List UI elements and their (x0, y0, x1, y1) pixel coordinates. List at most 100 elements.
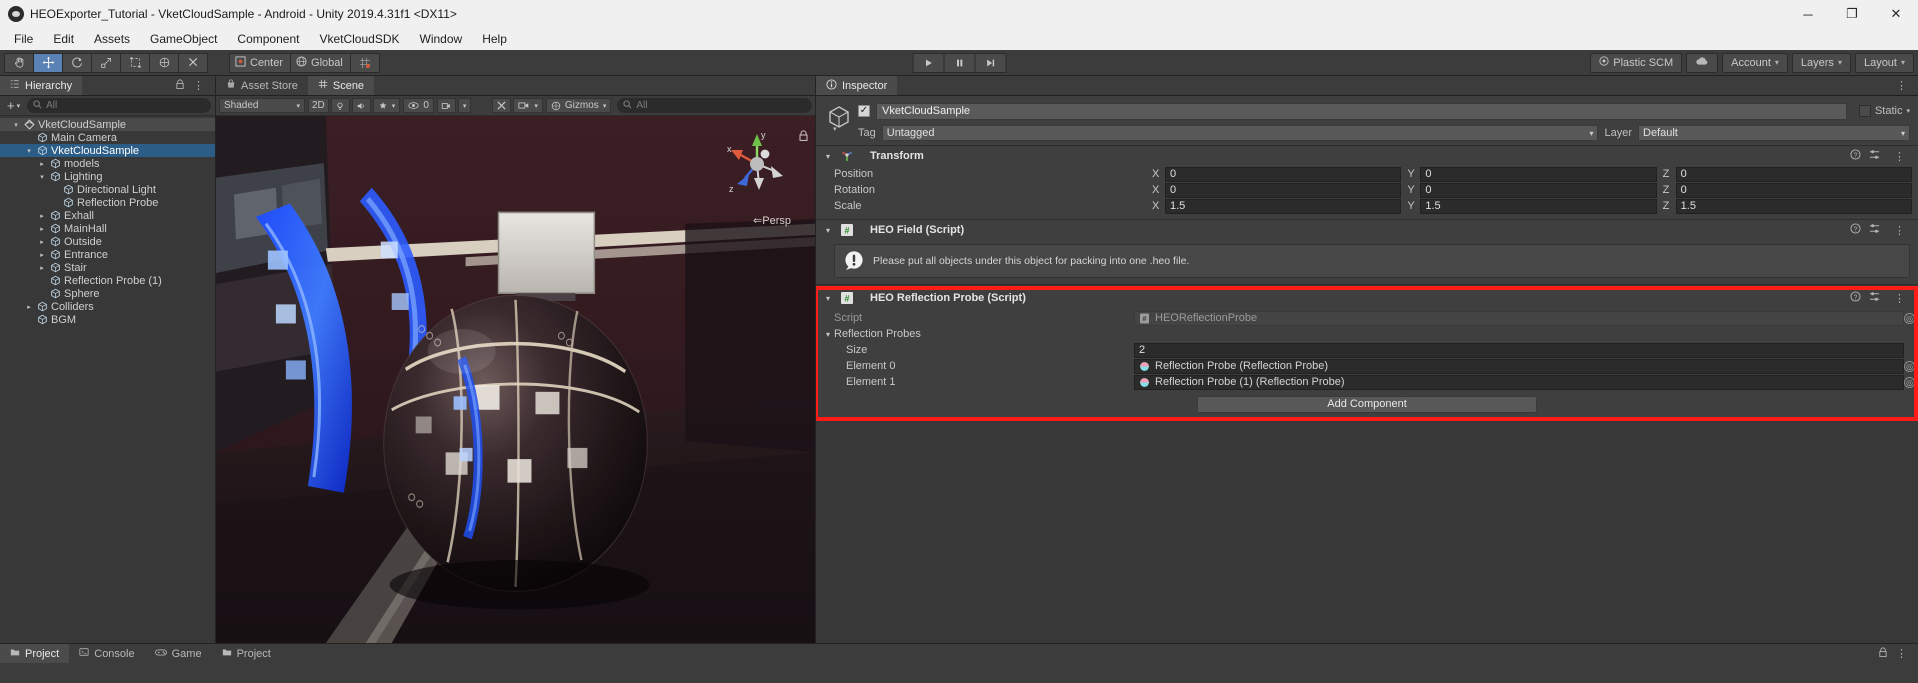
axis-input[interactable]: 0 (1165, 167, 1401, 182)
chevron-down-icon[interactable]: ▾ (1906, 107, 1910, 115)
hierarchy-search-input[interactable]: All (27, 98, 211, 113)
axis-input[interactable]: 0 (1165, 183, 1401, 198)
scene-projection-label[interactable]: ⇐Persp (753, 214, 791, 227)
scale-tool-icon[interactable] (91, 53, 121, 73)
twisty-expanded-icon[interactable]: ▾ (36, 173, 48, 181)
create-object-button[interactable]: + ▾ (4, 98, 23, 113)
reflection-probes-array-header[interactable]: ▾ Reflection Probes (816, 326, 1918, 342)
foldout-icon[interactable]: ▾ (822, 152, 834, 161)
minimize-button[interactable]: ─ (1786, 0, 1830, 28)
scene-lock-icon[interactable] (798, 130, 809, 145)
twisty-expanded-icon[interactable]: ▾ (10, 121, 22, 129)
hierarchy-item[interactable]: ▾VketCloudSample (0, 144, 215, 157)
twisty-collapsed-icon[interactable]: ▸ (36, 264, 48, 272)
size-input[interactable]: 2 (1134, 343, 1904, 358)
scene-audio-icon[interactable] (352, 98, 371, 113)
static-checkbox[interactable] (1859, 105, 1871, 117)
scene-search-input[interactable]: All (617, 98, 812, 113)
tab-game[interactable]: Game (145, 644, 212, 663)
hierarchy-item[interactable]: ▸Colliders (0, 300, 215, 313)
menu-vketcloudsdk[interactable]: VketCloudSDK (309, 30, 409, 48)
grid-snap-icon[interactable] (350, 53, 380, 73)
twisty-collapsed-icon[interactable]: ▸ (36, 238, 48, 246)
hierarchy-menu-icon[interactable]: ⋮ (187, 79, 211, 92)
element-object-field[interactable]: Reflection Probe (Reflection Probe)◎ (1134, 359, 1904, 374)
hierarchy-item[interactable]: ▸models (0, 157, 215, 170)
axis-input[interactable]: 0 (1676, 183, 1912, 198)
gizmos-dropdown[interactable]: Gizmos ▾ (546, 98, 611, 113)
menu-help[interactable]: Help (472, 30, 517, 48)
axis-input[interactable]: 1.5 (1676, 199, 1912, 214)
maximize-button[interactable]: ❐ (1830, 0, 1874, 28)
rotate-tool-icon[interactable] (62, 53, 92, 73)
axis-input[interactable]: 0 (1420, 183, 1656, 198)
heo-field-header[interactable]: ▾ # HEO Field (Script) ? ⋮ (816, 220, 1918, 240)
menu-gameobject[interactable]: GameObject (140, 30, 227, 48)
lock-icon[interactable] (1878, 647, 1888, 661)
scene-camera-settings-icon[interactable] (437, 98, 456, 113)
scene-visibility-dropdown[interactable]: 0 (403, 98, 434, 113)
scene-orientation-gizmo[interactable]: y x z (721, 128, 793, 200)
bottom-menu-icon[interactable]: ⋮ (1890, 647, 1914, 660)
hierarchy-item[interactable]: ▸Outside (0, 235, 215, 248)
gameobject-enabled-checkbox[interactable]: ✓ (858, 105, 870, 117)
heo-reflection-probe-header[interactable]: ▾ # HEO Reflection Probe (Script) ? (816, 288, 1918, 308)
tag-dropdown[interactable]: Untagged ▾ (882, 125, 1599, 141)
hierarchy-item[interactable]: BGM (0, 313, 215, 326)
transform-tool-icon[interactable] (149, 53, 179, 73)
cloud-button[interactable] (1686, 53, 1718, 73)
static-toggle[interactable]: Static ▾ (1853, 105, 1910, 117)
axis-input[interactable]: 1.5 (1420, 199, 1656, 214)
help-icon[interactable]: ? (1850, 223, 1861, 237)
axis-input[interactable]: 1.5 (1165, 199, 1401, 214)
layers-button[interactable]: Layers ▾ (1792, 53, 1851, 73)
element-object-field[interactable]: Reflection Probe (1) (Reflection Probe)◎ (1134, 375, 1904, 390)
hierarchy-item[interactable]: ▸Entrance (0, 248, 215, 261)
close-button[interactable]: ✕ (1874, 0, 1918, 28)
tab-hierarchy[interactable]: Hierarchy (0, 76, 82, 95)
hierarchy-item[interactable]: Reflection Probe (0, 196, 215, 209)
pivot-global-button[interactable]: Global (290, 53, 351, 73)
scene-tools-icon[interactable] (492, 98, 511, 113)
hierarchy-item[interactable]: Sphere (0, 287, 215, 300)
transform-header[interactable]: ▾ Transform ? ⋮ (816, 146, 1918, 166)
account-button[interactable]: Account ▾ (1722, 53, 1788, 73)
heo-reflection-probe-menu-icon[interactable]: ⋮ (1888, 292, 1912, 305)
pause-button[interactable] (944, 53, 976, 73)
twisty-collapsed-icon[interactable]: ▸ (23, 303, 35, 311)
help-icon[interactable]: ? (1850, 149, 1861, 163)
preset-icon[interactable] (1869, 149, 1880, 163)
layer-dropdown[interactable]: Default ▾ (1638, 125, 1910, 141)
menu-window[interactable]: Window (410, 30, 473, 48)
tab-asset-store[interactable]: Asset Store (216, 76, 308, 95)
plastic-scm-button[interactable]: Plastic SCM (1590, 53, 1682, 73)
hierarchy-item[interactable]: ▸Stair (0, 261, 215, 274)
axis-input[interactable]: 0 (1420, 167, 1656, 182)
scene-fx-dropdown[interactable]: ▾ (373, 98, 401, 113)
object-select-icon[interactable]: ◎ (1904, 361, 1915, 372)
layout-button[interactable]: Layout ▾ (1855, 53, 1914, 73)
chevron-down-icon[interactable]: ▾ (833, 125, 837, 133)
foldout-icon[interactable]: ▾ (822, 294, 834, 303)
tab-scene[interactable]: Scene (308, 76, 374, 95)
gameobject-name-input[interactable]: VketCloudSample (876, 103, 1847, 120)
scene-gizmo-extra-dropdown[interactable]: ▾ (458, 98, 472, 113)
twisty-collapsed-icon[interactable]: ▸ (36, 251, 48, 259)
tab-project-2[interactable]: Project (212, 644, 281, 663)
hierarchy-item[interactable]: ▾VketCloudSample (0, 118, 215, 131)
menu-component[interactable]: Component (227, 30, 309, 48)
preset-icon[interactable] (1869, 223, 1880, 237)
twisty-collapsed-icon[interactable]: ▸ (36, 225, 48, 233)
scene-viewport[interactable]: y x z ⇐Persp (216, 116, 815, 643)
help-icon[interactable]: ? (1850, 291, 1861, 305)
scene-lighting-icon[interactable] (331, 98, 350, 113)
menu-file[interactable]: File (4, 30, 43, 48)
twisty-expanded-icon[interactable]: ▾ (23, 147, 35, 155)
tab-project[interactable]: Project (0, 644, 69, 663)
axis-input[interactable]: 0 (1676, 167, 1912, 182)
shading-mode-dropdown[interactable]: Shaded ▾ (219, 98, 305, 113)
preset-icon[interactable] (1869, 291, 1880, 305)
menu-edit[interactable]: Edit (43, 30, 84, 48)
hierarchy-item[interactable]: Directional Light (0, 183, 215, 196)
transform-menu-icon[interactable]: ⋮ (1888, 150, 1912, 163)
